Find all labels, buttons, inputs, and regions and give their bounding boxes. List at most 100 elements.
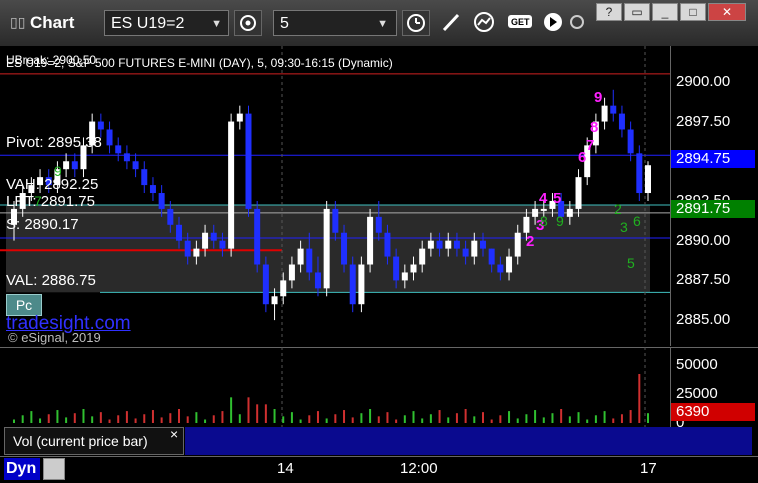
price-chart[interactable]: 98764 532978 923 65 (0, 46, 670, 346)
candle-body (419, 248, 426, 265)
td-count-label: 4 (539, 190, 548, 207)
candle-body (436, 240, 443, 249)
level-price-value: 2891.75 (676, 200, 731, 217)
drag-grip-icon[interactable]: ▯▯ (10, 14, 25, 31)
td-count-label: 6 (578, 149, 586, 166)
candle-body (106, 129, 113, 146)
volume-chart[interactable] (0, 347, 670, 427)
study-line: ES U19=2, S&P 500 FUTURES E-MINI (DAY), … (6, 56, 393, 70)
candle-body (497, 264, 504, 273)
forward-button[interactable] (540, 10, 568, 36)
dyn-label: Dyn (6, 460, 37, 477)
price-tick-label: 2887.50 (676, 271, 731, 289)
volume-tick-label: 25000 (676, 384, 718, 402)
candle-body (132, 161, 139, 170)
candle-body (601, 105, 608, 122)
candle-body (566, 208, 573, 217)
draw-button[interactable] (438, 10, 466, 36)
candle-body (219, 240, 226, 249)
candle-body (262, 264, 269, 305)
candle-body (236, 113, 243, 122)
candle-body (471, 240, 478, 257)
get-data-icon: GET (508, 15, 532, 28)
candle-body (367, 216, 374, 265)
svg-text:GET: GET (511, 17, 530, 27)
copyright: © eSignal, 2019 (8, 330, 101, 345)
candle-body (314, 272, 321, 289)
candle-body (341, 232, 348, 265)
candle-body (332, 208, 339, 233)
candle-body (254, 208, 261, 265)
td-count-label: 7 (586, 137, 594, 154)
candle-body (202, 232, 209, 249)
candle-body (618, 113, 625, 130)
candle-body (488, 248, 495, 265)
candle-body (610, 105, 617, 114)
candle-body (271, 296, 278, 305)
volume-legend[interactable]: Vol (current price bar) (4, 427, 184, 455)
candle-body (245, 113, 252, 209)
candle-body (123, 153, 130, 162)
candle-body (288, 264, 295, 281)
restore-window-button[interactable]: ▭ (624, 3, 650, 21)
price-tick-label: 2890.00 (676, 231, 731, 249)
candle-body (427, 240, 434, 249)
candle-body (349, 264, 356, 305)
gear-icon (240, 15, 256, 31)
candle-body (358, 264, 365, 305)
td-count-label: 8 (540, 213, 548, 229)
candle-body (532, 208, 539, 217)
candle-body (636, 153, 643, 194)
window-title: Chart (30, 13, 75, 32)
candle-body (306, 248, 313, 273)
symbol-input[interactable]: ES U19=2 ▼ (104, 10, 229, 36)
volume-legend-bar (185, 427, 752, 455)
candle-body (575, 177, 582, 209)
candle-body (523, 216, 530, 233)
candle-body (445, 240, 452, 249)
close-icon[interactable]: × (170, 426, 178, 442)
candle-body (410, 264, 417, 273)
dyn-button[interactable]: Dyn (4, 458, 40, 480)
get-button[interactable]: GET (506, 10, 534, 36)
td-count-label: 8 (590, 119, 598, 136)
help-button[interactable]: ? (596, 3, 622, 21)
candle-body (462, 248, 469, 257)
link-button[interactable] (567, 10, 595, 36)
s-label: S: 2890.17 (6, 216, 79, 233)
time-label: 17 (640, 460, 657, 477)
last-volume-value: 6390 (676, 403, 710, 420)
close-button[interactable]: ✕ (708, 3, 746, 21)
time-label: 12:00 (400, 460, 438, 477)
candle-body (506, 256, 513, 273)
candle-body (176, 224, 183, 241)
candle-body (540, 208, 547, 211)
studies-button[interactable] (472, 10, 500, 36)
forward-arrow-icon (544, 13, 562, 31)
vah-label: VAH: 2892.25 (6, 176, 99, 193)
chevron-down-icon[interactable]: ▼ (211, 11, 222, 37)
maximize-button[interactable]: □ (680, 3, 706, 21)
candle-body (393, 256, 400, 281)
minimize-button[interactable]: _ (652, 3, 678, 21)
level-price-tag: 2891.75 (671, 200, 755, 218)
candle-body (323, 208, 330, 289)
time-template-button[interactable] (402, 10, 430, 36)
td-count-label: 9 (556, 213, 564, 229)
last-price-tag: 2894.75 (671, 150, 755, 168)
title-bar: ▯▯ Chart ES U19=2 ▼ 5 ▼ GET ? ▭ _ □ ✕ (0, 0, 758, 47)
candle-body (401, 272, 408, 281)
candle-body (453, 240, 460, 249)
chevron-down-icon[interactable]: ▼ (377, 11, 388, 37)
td-count-label: 3 (620, 219, 628, 235)
pencil-icon (442, 13, 460, 32)
td-count-label: 2 (614, 201, 622, 217)
settings-button[interactable] (234, 10, 262, 36)
lock-icon[interactable] (43, 458, 65, 480)
candle-body (384, 232, 391, 257)
lrt-label: LRT: 2891.75 (6, 193, 95, 210)
td-count-label: 9 (594, 89, 602, 106)
studies-icon (474, 12, 494, 32)
interval-input[interactable]: 5 ▼ (273, 10, 397, 36)
last-volume-tag: 6390 (671, 403, 755, 421)
